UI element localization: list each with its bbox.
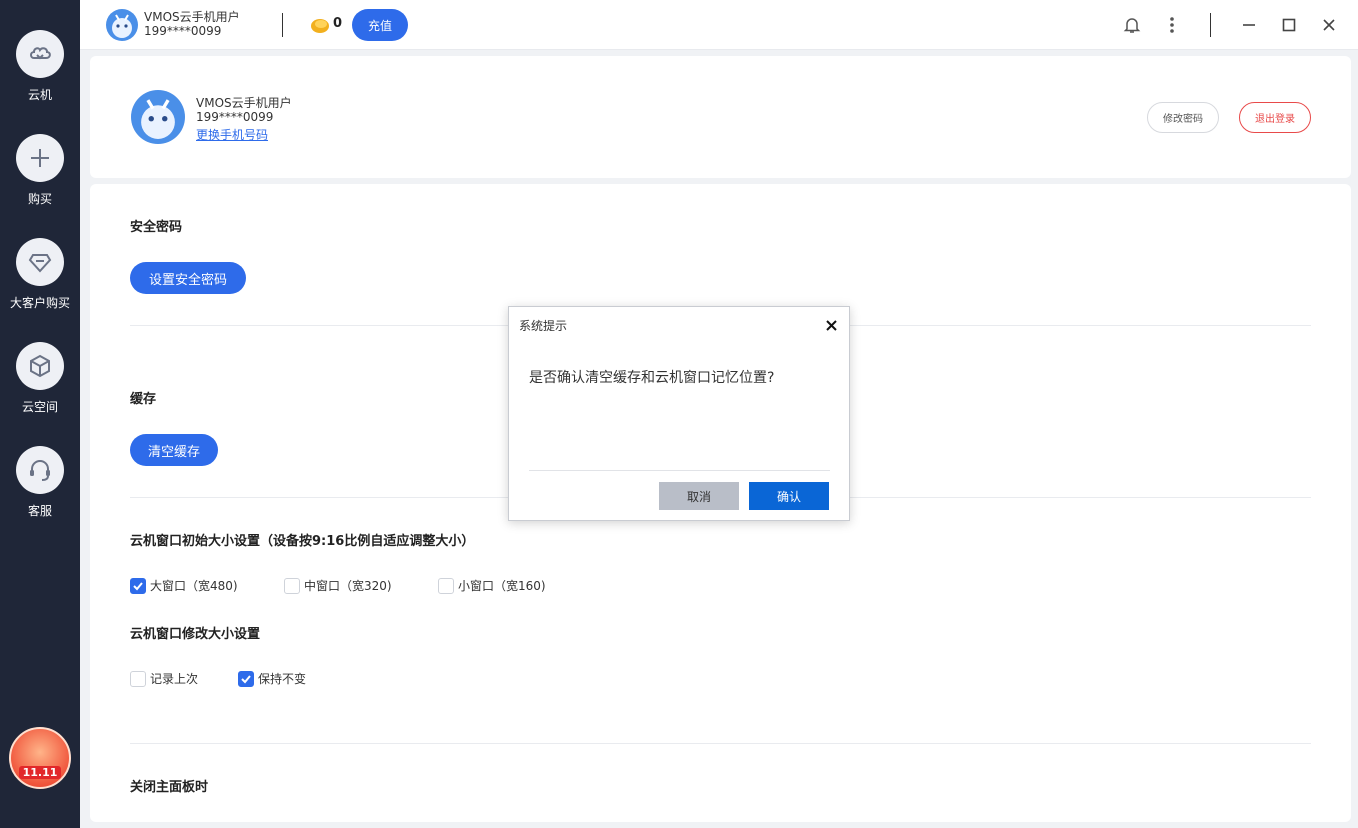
profile-phone: 199****0099: [196, 110, 274, 124]
sidebar-item-buy[interactable]: 购买: [0, 134, 80, 207]
sidebar: 云机 购买 大客户购买 云空间 客服 11.11: [0, 0, 80, 828]
avatar[interactable]: [106, 9, 138, 41]
confirm-dialog: 系统提示 是否确认清空缓存和云机窗口记忆位置? 取消 确认: [508, 306, 850, 521]
top-bar: VMOS云手机用户 199****0099 0 充值: [80, 0, 1358, 50]
maximize-icon[interactable]: [1279, 15, 1299, 35]
avatar: [131, 90, 185, 144]
user-phone: 199****0099: [144, 24, 222, 38]
cancel-button[interactable]: 取消: [659, 482, 739, 510]
divider: [130, 743, 1311, 744]
change-password-button[interactable]: 修改密码: [1147, 102, 1219, 133]
set-security-password-button[interactable]: 设置安全密码: [130, 262, 246, 294]
change-phone-link[interactable]: 更换手机号码: [196, 126, 268, 143]
sidebar-item-cloud-space[interactable]: 云空间: [0, 342, 80, 415]
plus-icon: [16, 134, 64, 182]
promo-badge[interactable]: 11.11: [9, 727, 71, 789]
sidebar-item-enterprise-buy[interactable]: 大客户购买: [0, 238, 80, 311]
diamond-icon: [16, 238, 64, 286]
option-label: 保持不变: [258, 672, 307, 686]
headset-icon: [16, 446, 64, 494]
coin-icon: [310, 15, 330, 35]
section-title-security: 安全密码: [130, 220, 183, 235]
divider: [529, 470, 830, 471]
coin-count: 0: [333, 16, 343, 31]
checkbox-checked-icon[interactable]: [130, 577, 146, 594]
option-medium-window[interactable]: 中窗口（宽320): [284, 577, 392, 594]
close-icon[interactable]: [1319, 15, 1339, 35]
user-name: VMOS云手机用户: [144, 10, 240, 24]
profile-name: VMOS云手机用户: [196, 96, 292, 110]
sidebar-item-cloud-phone[interactable]: 云机: [0, 30, 80, 103]
dialog-title: 系统提示: [519, 319, 568, 333]
checkbox-unchecked-icon[interactable]: [284, 577, 300, 594]
dialog-message: 是否确认清空缓存和云机窗口记忆位置?: [529, 370, 775, 386]
sidebar-item-label: 大客户购买: [9, 296, 70, 310]
checkbox-unchecked-icon[interactable]: [130, 670, 146, 687]
divider: [1210, 13, 1211, 37]
cube-icon: [16, 342, 64, 390]
cloud-phone-icon: [16, 30, 64, 78]
close-icon[interactable]: [823, 317, 839, 333]
option-large-window[interactable]: 大窗口（宽480): [130, 577, 238, 594]
option-label: 小窗口（宽160): [458, 579, 546, 593]
section-title-window-resize: 云机窗口修改大小设置: [130, 627, 261, 642]
profile-card: VMOS云手机用户 199****0099 更换手机号码 修改密码 退出登录: [90, 56, 1351, 178]
option-label: 中窗口（宽320): [304, 579, 392, 593]
checkbox-unchecked-icon[interactable]: [438, 577, 454, 594]
section-title-window-size: 云机窗口初始大小设置（设备按9:16比例自适应调整大小）: [130, 534, 475, 549]
option-keep-unchanged[interactable]: 保持不变: [238, 670, 306, 687]
checkbox-checked-icon[interactable]: [238, 670, 254, 687]
logout-button[interactable]: 退出登录: [1239, 102, 1311, 133]
option-label: 大窗口（宽480): [150, 579, 238, 593]
sidebar-item-label: 购买: [27, 192, 52, 206]
sidebar-item-label: 客服: [27, 504, 52, 518]
confirm-button[interactable]: 确认: [749, 482, 829, 510]
minimize-icon[interactable]: [1239, 15, 1259, 35]
sidebar-item-support[interactable]: 客服: [0, 446, 80, 519]
option-remember-last[interactable]: 记录上次: [130, 670, 198, 687]
recharge-button[interactable]: 充值: [352, 9, 408, 41]
clear-cache-button[interactable]: 清空缓存: [130, 434, 218, 466]
section-title-cache: 缓存: [130, 392, 157, 407]
sidebar-item-label: 云机: [27, 88, 52, 102]
option-small-window[interactable]: 小窗口（宽160): [438, 577, 546, 594]
more-icon[interactable]: [1162, 15, 1182, 35]
option-label: 记录上次: [150, 672, 199, 686]
sidebar-item-label: 云空间: [21, 400, 58, 414]
bell-icon[interactable]: [1122, 15, 1142, 35]
section-title-close-panel: 关闭主面板时: [130, 780, 209, 795]
promo-badge-text: 11.11: [18, 766, 62, 779]
divider: [282, 13, 283, 37]
